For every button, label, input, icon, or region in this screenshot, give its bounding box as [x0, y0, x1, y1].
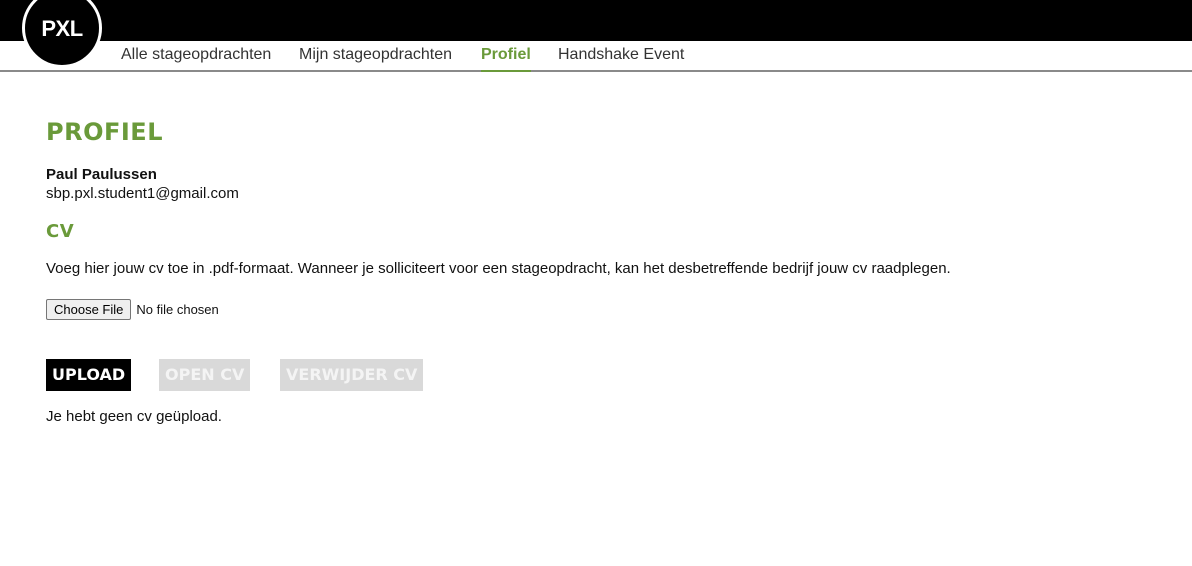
upload-button[interactable]: UPLOAD — [46, 359, 132, 391]
nav-item-profiel[interactable]: Profiel — [481, 41, 531, 72]
cv-description: Voeg hier jouw cv toe in .pdf-formaat. W… — [46, 260, 951, 277]
nav-item-handshake-event[interactable]: Handshake Event — [558, 41, 684, 72]
cv-status-message: Je hebt geen cv geüpload. — [46, 408, 222, 425]
nav-item-mijn-stageopdrachten[interactable]: Mijn stageopdrachten — [299, 41, 452, 72]
cv-section-title: CV — [46, 221, 75, 242]
choose-file-button[interactable]: Choose File — [46, 299, 132, 320]
nav-item-alle-stageopdrachten[interactable]: Alle stageopdrachten — [121, 41, 271, 72]
cv-file-input[interactable]: Choose File No file chosen — [46, 299, 219, 320]
user-name: Paul Paulussen — [46, 166, 157, 183]
open-cv-button: OPEN CV — [159, 359, 251, 391]
file-status-text: No file chosen — [136, 302, 219, 317]
user-email: sbp.pxl.student1@gmail.com — [46, 185, 239, 202]
logo-text: PXL — [41, 16, 83, 41]
top-bar — [0, 0, 1192, 41]
delete-cv-button: VERWIJDER CV — [280, 359, 424, 391]
page-title: PROFIEL — [46, 118, 163, 146]
